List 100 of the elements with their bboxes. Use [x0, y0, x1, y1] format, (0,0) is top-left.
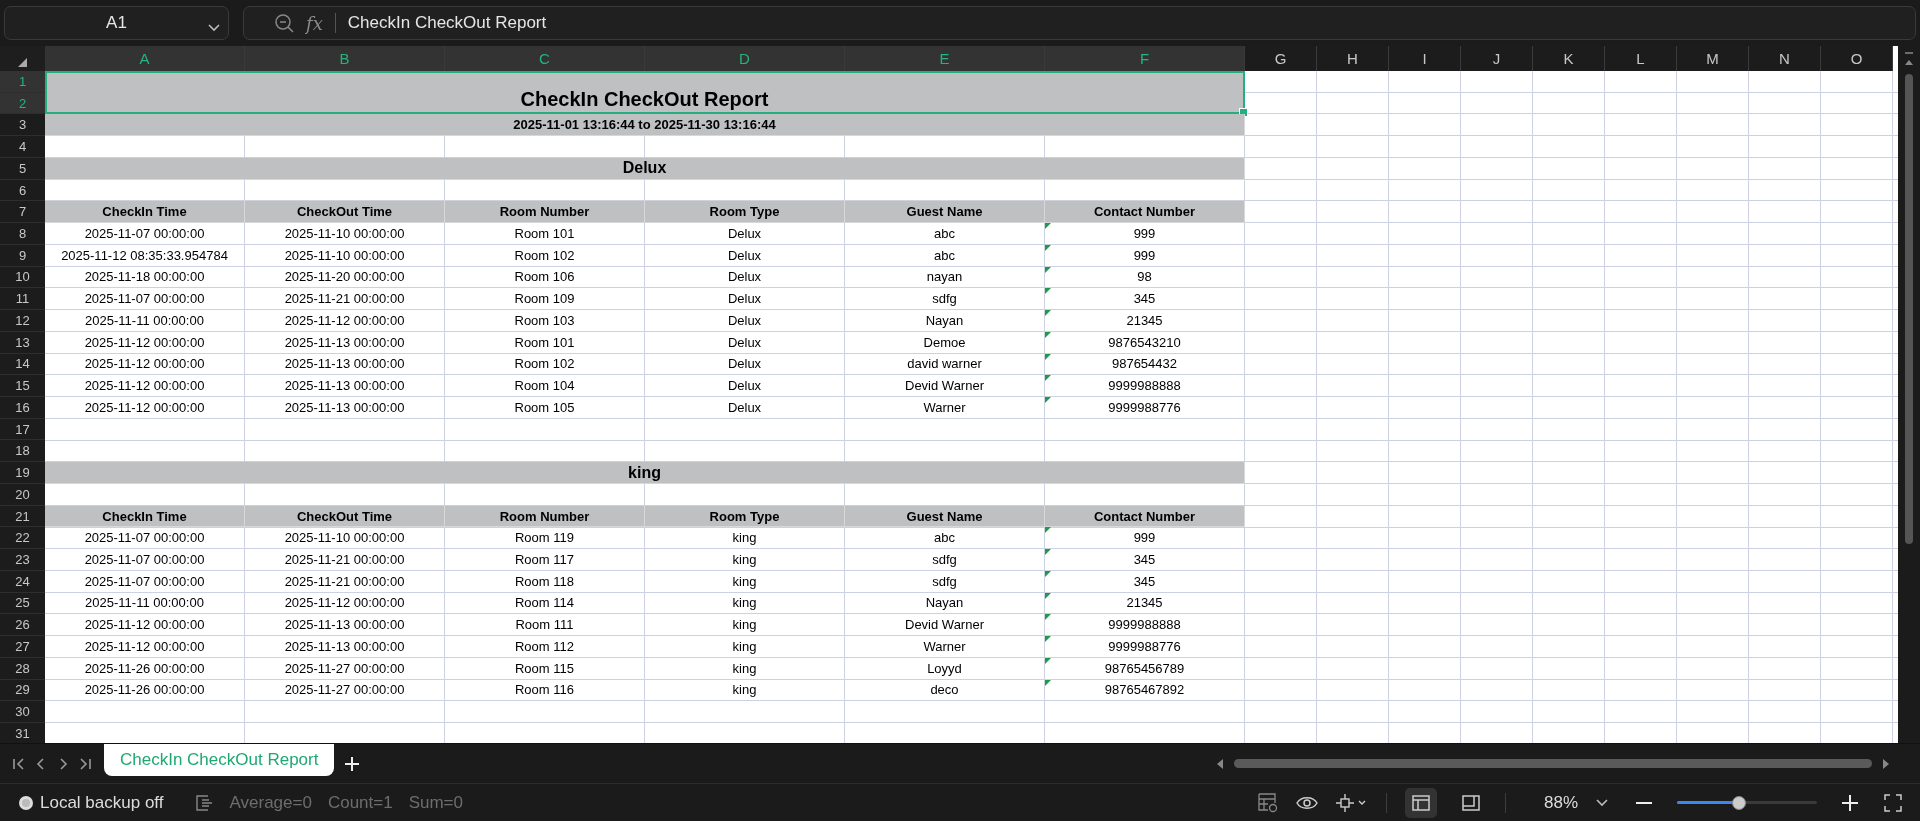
table-cell: 9999988888 [1045, 614, 1245, 637]
first-sheet-icon[interactable] [12, 756, 26, 771]
row-header[interactable]: 5 [0, 157, 45, 180]
column-header[interactable]: L [1605, 46, 1677, 71]
column-header[interactable]: O [1821, 46, 1893, 71]
table-cell: 2025-11-07 00:00:00 [45, 570, 245, 593]
column-header[interactable]: F [1045, 46, 1245, 71]
row-header[interactable]: 12 [0, 310, 45, 332]
column-header[interactable]: C [445, 46, 645, 71]
column-header[interactable]: E [845, 46, 1045, 71]
view-button[interactable] [1404, 787, 1437, 818]
table-cell: 345 [1045, 570, 1245, 593]
error-indicator-icon [1045, 657, 1051, 664]
table-cell: Warner [845, 397, 1045, 419]
column-header[interactable]: J [1461, 46, 1533, 71]
row-header[interactable]: 13 [0, 331, 45, 354]
add-sheet-icon[interactable] [344, 755, 361, 772]
row-header[interactable]: 4 [0, 136, 45, 158]
report-title[interactable]: CheckIn CheckOut Report [45, 71, 1245, 115]
freeze-panes-icon[interactable] [1335, 793, 1368, 812]
row-header[interactable]: 15 [0, 375, 45, 397]
row-header[interactable]: 31 [0, 723, 45, 743]
row-header[interactable]: 6 [0, 179, 45, 202]
table-cell: 98 [1045, 266, 1245, 289]
row-header[interactable]: 10 [0, 266, 45, 289]
table-cell: 2025-11-13 00:00:00 [245, 397, 445, 419]
row-header[interactable]: 7 [0, 201, 45, 224]
column-header[interactable]: M [1677, 46, 1749, 71]
select-all-icon[interactable] [18, 58, 27, 67]
row-header[interactable]: 14 [0, 353, 45, 376]
error-indicator-icon [1045, 310, 1051, 317]
zoom-level[interactable]: 88% [1543, 792, 1578, 813]
eye-icon[interactable] [1295, 795, 1318, 810]
table-cell: king [645, 570, 845, 593]
row-header[interactable]: 30 [0, 701, 45, 724]
row-header[interactable]: 22 [0, 527, 45, 550]
error-indicator-icon [1045, 288, 1051, 295]
sidebar-icon[interactable] [195, 794, 214, 811]
scrollbar-thumb[interactable] [1905, 74, 1913, 544]
sum-stat: Sum=0 [408, 792, 463, 813]
zoom-dropdown-icon [1596, 798, 1608, 807]
backup-status[interactable]: Local backup off [40, 792, 164, 813]
column-header[interactable]: B [245, 46, 445, 71]
row-header[interactable]: 26 [0, 614, 45, 637]
column-heading: Room Number [445, 505, 645, 528]
scroll-left-icon[interactable] [1216, 758, 1224, 769]
column-heading: Guest Name [845, 201, 1045, 224]
zoom-out-icon[interactable] [1636, 800, 1652, 805]
error-indicator-icon [1045, 331, 1051, 338]
page-layout-icon [1461, 794, 1480, 811]
column-header[interactable]: I [1389, 46, 1461, 71]
column-header[interactable]: A [45, 46, 245, 71]
table-cell: 2025-11-07 00:00:00 [45, 223, 245, 245]
table-cell: Delux [645, 353, 845, 376]
column-header[interactable]: D [645, 46, 845, 71]
fullscreen-icon[interactable] [1884, 793, 1902, 812]
row-header[interactable]: 28 [0, 657, 45, 680]
row-header[interactable]: 25 [0, 592, 45, 615]
row-header[interactable]: 2 [0, 92, 45, 115]
section-title: Delux [45, 157, 1245, 180]
grid-view-icon [1411, 794, 1430, 811]
row-header[interactable]: 23 [0, 549, 45, 571]
name-box[interactable]: A1 [4, 6, 229, 40]
column-header[interactable]: G [1245, 46, 1317, 71]
column-header[interactable]: K [1533, 46, 1605, 71]
scroll-right-icon[interactable] [1882, 758, 1890, 769]
row-header[interactable]: 3 [0, 114, 45, 137]
horizontal-scrollbar[interactable] [1216, 758, 1890, 769]
column-header[interactable]: H [1317, 46, 1389, 71]
error-indicator-icon [1045, 244, 1051, 251]
column-header[interactable]: N [1749, 46, 1821, 71]
table-cell: 2025-11-07 00:00:00 [45, 549, 245, 571]
count-stat: Count=1 [327, 792, 393, 813]
row-header[interactable]: 8 [0, 223, 45, 245]
column-heading: CheckIn Time [45, 201, 245, 224]
row-header[interactable]: 20 [0, 483, 45, 506]
row-header[interactable]: 17 [0, 418, 45, 441]
column-heading: CheckIn Time [45, 505, 245, 528]
row-header[interactable]: 21 [0, 505, 45, 528]
row-header[interactable]: 27 [0, 636, 45, 658]
formula-bar[interactable]: fx CheckIn CheckOut Report [243, 6, 1916, 40]
zoom-in-icon[interactable] [1842, 794, 1858, 811]
row-header[interactable]: 19 [0, 462, 45, 484]
row-header[interactable]: 29 [0, 679, 45, 702]
row-header[interactable]: 24 [0, 570, 45, 593]
row-header[interactable]: 11 [0, 288, 45, 311]
table-cell: Room 118 [445, 570, 645, 593]
function-button[interactable]: fx [306, 12, 323, 34]
table-cell: abc [845, 223, 1045, 245]
table-cell: Devid Warner [845, 375, 1045, 397]
table-cell: 2025-11-07 00:00:00 [45, 527, 245, 550]
row-header[interactable]: 18 [0, 440, 45, 463]
last-sheet-icon[interactable] [78, 756, 92, 771]
table-settings-icon[interactable] [1257, 792, 1278, 813]
scroll-up-icon[interactable] [1904, 52, 1914, 66]
row-header[interactable]: 1 [0, 71, 45, 93]
table-cell: 999 [1045, 223, 1245, 245]
row-header[interactable]: 9 [0, 244, 45, 267]
row-header[interactable]: 16 [0, 397, 45, 419]
scrollbar-thumb[interactable] [1234, 759, 1872, 768]
